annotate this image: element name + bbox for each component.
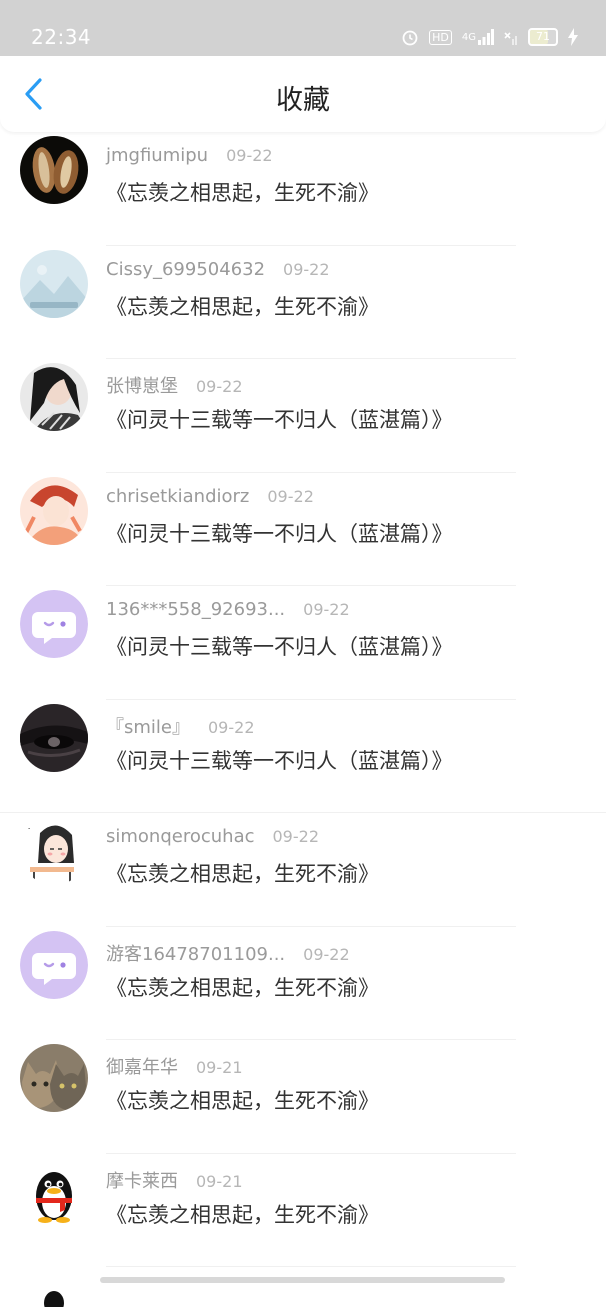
svg-text:Z: Z: [24, 822, 30, 832]
favorite-title: 《忘羡之相思起，生死不渝》: [106, 862, 379, 886]
date: 09-22: [283, 259, 330, 279]
list-item[interactable]: Cissy_699504632 09-22 《忘羡之相思起，生死不渝》: [0, 246, 606, 359]
date: 09-22: [208, 717, 255, 737]
item-meta: jmgfiumipu 09-22: [106, 145, 273, 166]
network-label: 4G: [461, 31, 476, 43]
hd-icon: HD: [429, 29, 452, 45]
status-bar: 22:34 HD 4G 71: [0, 0, 606, 56]
signal-off-icon: [504, 29, 518, 45]
favorite-title: 《问灵十三载等一不归人（蓝湛篇）》: [106, 635, 453, 659]
favorite-title: 《忘羡之相思起，生死不渝》: [106, 1089, 379, 1113]
favorite-title: 《忘羡之相思起，生死不渝》: [106, 294, 379, 319]
date: 09-22: [226, 146, 273, 165]
list-item[interactable]: 『smile』 09-22 《问灵十三载等一不归人（蓝湛篇）》: [0, 700, 606, 813]
status-time: 22:34: [31, 25, 92, 49]
date: 09-21: [196, 1058, 243, 1077]
signal-4g-icon: 4G: [462, 29, 494, 45]
item-meta: 136***558_92693... 09-22: [106, 599, 350, 620]
date: 09-22: [303, 944, 350, 964]
list-item[interactable]: Z simonqerocuhac 09-22 《忘羡之相思起，生死不渝》: [0, 813, 606, 927]
username: 游客16478701109...: [106, 943, 286, 965]
avatar: [20, 930, 88, 999]
list-item[interactable]: 136***558_92693... 09-22 《问灵十三载等一不归人（蓝湛篇）…: [0, 586, 606, 700]
username: jmgfiumipu: [106, 145, 209, 166]
favorites-list: jmgfiumipu 09-22 《忘羡之相思起，生死不渝》 Cissy_6995…: [0, 132, 606, 1307]
date: 09-22: [303, 600, 350, 619]
avatar: [20, 136, 88, 204]
favorite-title: 《忘羡之相思起，生死不渝》: [106, 181, 379, 205]
item-meta: Cissy_699504632 09-22: [106, 259, 330, 280]
avatar: [20, 1273, 88, 1307]
favorite-title: 《忘羡之相思起，生死不渝》: [106, 1202, 379, 1227]
battery-level: 71: [536, 30, 550, 43]
date: 09-21: [196, 1171, 243, 1191]
item-meta: chrisetkiandiorz 09-22: [106, 486, 314, 507]
battery-icon: 71: [528, 28, 558, 46]
date: 09-22: [272, 827, 320, 846]
username: 136***558_92693...: [106, 599, 286, 620]
status-icons: HD 4G 71: [401, 25, 578, 49]
username: 『smile』: [106, 716, 190, 738]
list-item-partial[interactable]: [0, 1267, 606, 1307]
favorite-title: 《问灵十三载等一不归人（蓝湛篇）》: [106, 408, 453, 432]
item-meta: 『smile』 09-22: [106, 713, 255, 739]
date: 09-22: [267, 486, 314, 506]
list-item[interactable]: chrisetkiandiorz 09-22 《问灵十三载等一不归人（蓝湛篇）》: [0, 473, 606, 586]
item-meta: 摩卡莱西 09-21: [106, 1167, 243, 1193]
item-meta: simonqerocuhac 09-22: [106, 826, 319, 847]
avatar: [20, 703, 88, 772]
list-item[interactable]: 摩卡莱西 09-21 《忘羡之相思起，生死不渝》: [0, 1154, 606, 1267]
username: 张博崽堡: [106, 376, 178, 397]
charging-icon: [568, 28, 578, 46]
favorite-title: 《问灵十三载等一不归人（蓝湛篇）》: [106, 748, 453, 773]
avatar: [20, 476, 88, 545]
favorite-title: 《问灵十三载等一不归人（蓝湛篇）》: [106, 521, 453, 546]
avatar: [20, 363, 88, 431]
list-item[interactable]: 游客16478701109... 09-22 《忘羡之相思起，生死不渝》: [0, 927, 606, 1040]
username: Cissy_699504632: [106, 258, 266, 280]
avatar: [20, 1157, 88, 1226]
top-bar: 收藏: [0, 56, 606, 132]
username: 御嘉年华: [106, 1057, 178, 1078]
page-title: 收藏: [276, 85, 330, 116]
list-item[interactable]: 张博崽堡 09-22 《问灵十三载等一不归人（蓝湛篇）》: [0, 359, 606, 473]
item-meta: 张博崽堡 09-22: [106, 372, 243, 398]
item-meta: 御嘉年华 09-21: [106, 1053, 243, 1079]
avatar: [20, 590, 88, 658]
username: simonqerocuhac: [106, 826, 255, 847]
list-item[interactable]: 御嘉年华 09-21 《忘羡之相思起，生死不渝》: [0, 1040, 606, 1154]
partial-text-bar: [100, 1277, 505, 1283]
avatar: [20, 249, 88, 318]
alarm-icon: [401, 28, 419, 46]
username: 摩卡莱西: [106, 1170, 178, 1192]
avatar: Z: [20, 817, 88, 885]
item-meta: 游客16478701109... 09-22: [106, 940, 350, 966]
username: chrisetkiandiorz: [106, 485, 250, 507]
favorite-title: 《忘羡之相思起，生死不渝》: [106, 975, 379, 1000]
date: 09-22: [196, 377, 243, 396]
avatar: [20, 1044, 88, 1112]
list-item[interactable]: jmgfiumipu 09-22 《忘羡之相思起，生死不渝》: [0, 132, 606, 246]
